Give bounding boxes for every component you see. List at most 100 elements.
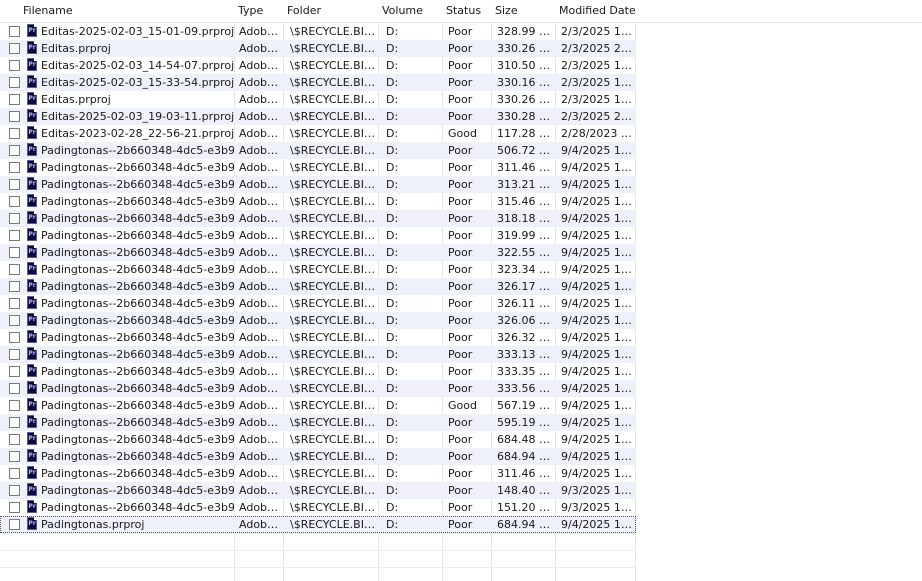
column-header-folder[interactable]: Folder	[283, 0, 378, 22]
cell-size: 326.17 …	[497, 280, 550, 293]
table-row[interactable]: Pr Padingtonas--2b660348-4dc5-e3b9-f… Adob…	[0, 193, 922, 210]
cell-filename: Padingtonas--2b660348-4dc5-e3b9-f…	[41, 161, 234, 174]
table-row[interactable]: Pr Padingtonas--2b660348-4dc5-e3b9-f… Adob…	[0, 414, 922, 431]
table-row[interactable]: Pr Padingtonas--2b660348-4dc5-e3b9-f… Adob…	[0, 465, 922, 482]
column-header-size[interactable]: Size	[491, 0, 555, 22]
cell-filename: Padingtonas--2b660348-4dc5-e3b9-f…	[41, 195, 234, 208]
table-row[interactable]: Pr Padingtonas--2b660348-4dc5-e3b9-f… Adob…	[0, 159, 922, 176]
empty-row-line	[0, 533, 636, 534]
column-header-filename[interactable]: Filename	[19, 0, 234, 22]
checkbox-icon[interactable]	[9, 400, 20, 411]
cell-status: Poor	[448, 229, 473, 242]
column-header-volume[interactable]: Volume	[378, 0, 442, 22]
cell-type: Adob…	[239, 433, 279, 446]
column-header-modified-date[interactable]: Modified Date	[555, 0, 635, 22]
cell-filename: Padingtonas--2b660348-4dc5-e3b9-f…	[41, 467, 234, 480]
table-row[interactable]: Pr Padingtonas--2b660348-4dc5-e3b9-f… Adob…	[0, 329, 922, 346]
premiere-pro-file-icon: Pr	[27, 517, 37, 530]
cell-filename: Padingtonas--2b660348-4dc5-e3b9-f…	[41, 433, 234, 446]
table-row[interactable]: Pr Padingtonas--2b660348-4dc5-e3b9-f… Adob…	[0, 380, 922, 397]
table-row[interactable]: Pr Padingtonas--2b660348-4dc5-e3b9-f… Adob…	[0, 295, 922, 312]
checkbox-icon[interactable]	[9, 298, 20, 309]
checkbox-icon[interactable]	[9, 366, 20, 377]
column-header-status[interactable]: Status	[442, 0, 491, 22]
checkbox-icon[interactable]	[9, 332, 20, 343]
checkbox-icon[interactable]	[9, 468, 20, 479]
checkbox-icon[interactable]	[9, 264, 20, 275]
checkbox-icon[interactable]	[9, 111, 20, 122]
table-row[interactable]: Pr Padingtonas--2b660348-4dc5-e3b9-f… Adob…	[0, 482, 922, 499]
cell-modified-date: 9/4/2025 1…	[561, 195, 632, 208]
checkbox-icon[interactable]	[9, 315, 20, 326]
cell-type: Adob…	[239, 144, 279, 157]
table-row[interactable]: Pr Padingtonas--2b660348-4dc5-e3b9-f… Adob…	[0, 261, 922, 278]
table-row[interactable]: Pr Editas-2023-02-28_22-56-21.prproj Adob……	[0, 125, 922, 142]
checkbox-icon[interactable]	[9, 451, 20, 462]
cell-type: Adob…	[239, 42, 279, 55]
cell-filename: Editas.prproj	[41, 42, 111, 55]
table-row[interactable]: Pr Editas.prproj Adob… \$RECYCLE.BI… D: Poor 3…	[0, 40, 922, 57]
cell-folder: \$RECYCLE.BI…	[290, 178, 375, 191]
cell-modified-date: 9/4/2025 1…	[561, 314, 632, 327]
cell-filename: Padingtonas--2b660348-4dc5-e3b9-f…	[41, 501, 234, 514]
checkbox-icon[interactable]	[9, 196, 20, 207]
table-row[interactable]: Pr Padingtonas--2b660348-4dc5-e3b9-f… Adob…	[0, 176, 922, 193]
checkbox-icon[interactable]	[9, 519, 20, 530]
table-row[interactable]: Pr Padingtonas--2b660348-4dc5-e3b9-f… Adob…	[0, 227, 922, 244]
checkbox-icon[interactable]	[9, 434, 20, 445]
table-row[interactable]: Pr Padingtonas--2b660348-4dc5-e3b9-f… Adob…	[0, 244, 922, 261]
checkbox-icon[interactable]	[9, 179, 20, 190]
cell-type: Adob…	[239, 280, 279, 293]
table-row[interactable]: Pr Padingtonas--2b660348-4dc5-e3b9-f… Adob…	[0, 397, 922, 414]
table-row[interactable]: Pr Padingtonas--2b660348-4dc5-e3b9-f… Adob…	[0, 278, 922, 295]
table-row[interactable]: Pr Padingtonas--2b660348-4dc5-e3b9-f… Adob…	[0, 448, 922, 465]
column-header-type[interactable]: Type	[234, 0, 283, 22]
cell-filename: Editas-2025-02-03_19-03-11.prproj	[41, 110, 234, 123]
cell-status: Poor	[448, 382, 473, 395]
checkbox-icon[interactable]	[9, 485, 20, 496]
cell-filename: Editas-2025-02-03_14-54-07.prproj	[41, 59, 234, 72]
table-row[interactable]: Pr Padingtonas--2b660348-4dc5-e3b9-f… Adob…	[0, 312, 922, 329]
checkbox-icon[interactable]	[9, 281, 20, 292]
table-row[interactable]: Pr Padingtonas--2b660348-4dc5-e3b9-f… Adob…	[0, 499, 922, 516]
checkbox-icon[interactable]	[9, 230, 20, 241]
cell-folder: \$RECYCLE.BI…	[290, 263, 375, 276]
table-row[interactable]: Pr Editas-2025-02-03_15-01-09.prproj Adob……	[0, 23, 922, 40]
table-row[interactable]: Pr Padingtonas.prproj Adob… \$RECYCLE.BI… D:…	[0, 516, 922, 533]
cell-size: 326.11 …	[497, 297, 550, 310]
table-row[interactable]: Pr Editas.prproj Adob… \$RECYCLE.BI… D: Poor 3…	[0, 91, 922, 108]
checkbox-icon[interactable]	[9, 43, 20, 54]
premiere-pro-file-icon: Pr	[27, 279, 37, 292]
checkbox-icon[interactable]	[9, 162, 20, 173]
cell-volume: D:	[386, 76, 399, 89]
table-row[interactable]: Pr Padingtonas--2b660348-4dc5-e3b9-f… Adob…	[0, 363, 922, 380]
cell-folder: \$RECYCLE.BI…	[290, 365, 375, 378]
checkbox-icon[interactable]	[9, 502, 20, 513]
cell-modified-date: 9/4/2025 1…	[561, 144, 632, 157]
cell-size: 148.40 …	[497, 484, 550, 497]
checkbox-icon[interactable]	[9, 128, 20, 139]
cell-folder: \$RECYCLE.BI…	[290, 246, 375, 259]
checkbox-icon[interactable]	[9, 94, 20, 105]
checkbox-icon[interactable]	[9, 383, 20, 394]
checkbox-icon[interactable]	[9, 145, 20, 156]
table-row[interactable]: Pr Padingtonas--2b660348-4dc5-e3b9-f… Adob…	[0, 142, 922, 159]
table-row[interactable]: Pr Editas-2025-02-03_14-54-07.prproj Adob……	[0, 57, 922, 74]
table-row[interactable]: Pr Editas-2025-02-03_15-33-54.prproj Adob……	[0, 74, 922, 91]
cell-filename: Padingtonas--2b660348-4dc5-e3b9-f…	[41, 297, 234, 310]
table-row[interactable]: Pr Editas-2025-02-03_19-03-11.prproj Adob……	[0, 108, 922, 125]
premiere-pro-file-icon: Pr	[27, 466, 37, 479]
checkbox-icon[interactable]	[9, 247, 20, 258]
checkbox-icon[interactable]	[9, 417, 20, 428]
checkbox-icon[interactable]	[9, 77, 20, 88]
checkbox-icon[interactable]	[9, 26, 20, 37]
file-list-view[interactable]: Filename Type Folder Volume Status Size …	[0, 0, 922, 581]
cell-size: 333.56 …	[497, 382, 550, 395]
table-row[interactable]: Pr Padingtonas--2b660348-4dc5-e3b9-f… Adob…	[0, 431, 922, 448]
checkbox-icon[interactable]	[9, 60, 20, 71]
table-row[interactable]: Pr Padingtonas--2b660348-4dc5-e3b9-f… Adob…	[0, 210, 922, 227]
table-row[interactable]: Pr Padingtonas--2b660348-4dc5-e3b9-f… Adob…	[0, 346, 922, 363]
checkbox-icon[interactable]	[9, 213, 20, 224]
premiere-pro-file-icon: Pr	[27, 381, 37, 394]
checkbox-icon[interactable]	[9, 349, 20, 360]
